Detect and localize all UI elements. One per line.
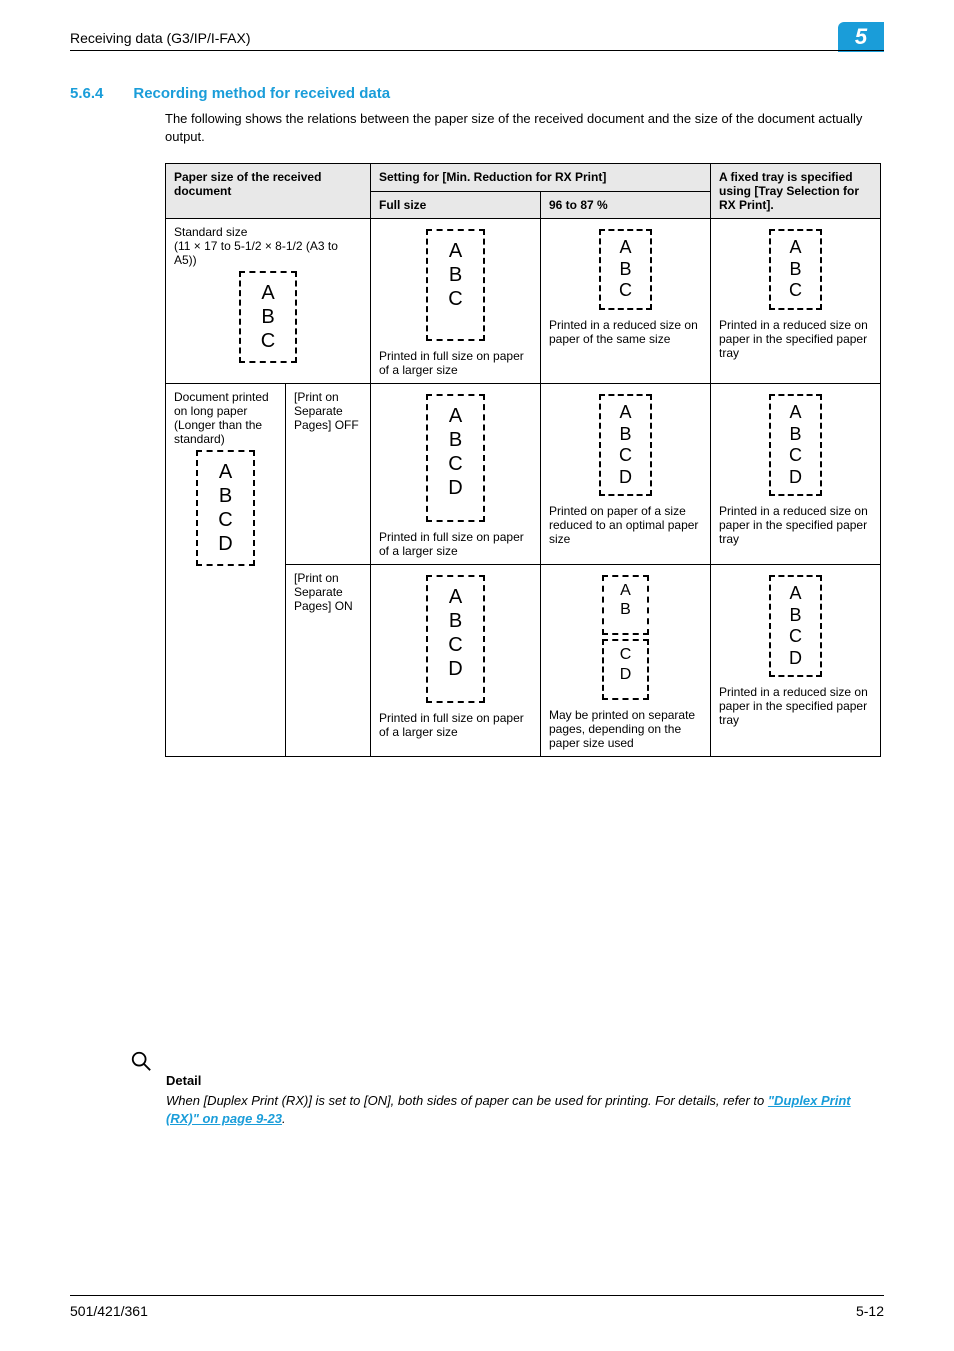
paper-sample: A B C D [196, 450, 254, 566]
cell-pct-standard: A B C Printed in a reduced size on paper… [541, 219, 711, 384]
caption: Printed in full size on paper of a large… [379, 349, 532, 377]
caption: Printed in a reduced size on paper of th… [549, 318, 702, 346]
cell-standard-size: Standard size (11 × 17 to 5-1/2 × 8-1/2 … [166, 219, 371, 384]
cell-pct-long-on: A B C D May be printed on separate pages… [541, 565, 711, 757]
caption: Printed in full size on paper of a large… [379, 711, 532, 739]
caption: Printed in a reduced size on paper in th… [719, 318, 872, 360]
th-fixed-tray: A fixed tray is specified using [Tray Se… [711, 164, 881, 219]
cell-tray-long-off: A B C D Printed in a reduced size on pap… [711, 384, 881, 565]
caption: Printed in a reduced size on paper in th… [719, 685, 872, 727]
paper-sample: A B C D [769, 394, 822, 496]
sample-original-standard: A B C [174, 271, 362, 363]
cell-separate-on: [Print on Separate Pages] ON [286, 565, 371, 757]
paper-sample-bottom: C D [602, 639, 650, 699]
cell-fullsize-long-on: A B C D Printed in full size on paper of… [371, 565, 541, 757]
reduction-table: Paper size of the received document Sett… [165, 163, 881, 757]
page: Receiving data (G3/IP/I-FAX) 5 5.6.4 Rec… [0, 0, 954, 1351]
paper-sample: A B C [599, 229, 652, 310]
caption: Printed in full size on paper of a large… [379, 530, 532, 558]
label-long-line2: (Longer than the standard) [174, 418, 262, 446]
label-long-line1: Document printed on long paper [174, 390, 269, 418]
cell-pct-long-off: A B C D Printed on paper of a size reduc… [541, 384, 711, 565]
detail-label: Detail [166, 1073, 884, 1088]
paper-sample: A B C [426, 229, 484, 341]
th-96-87: 96 to 87 % [541, 191, 711, 219]
cell-fullsize-standard: A B C Printed in full size on paper of a… [371, 219, 541, 384]
cell-tray-long-on: A B C D Printed in a reduced size on pap… [711, 565, 881, 757]
magnifier-icon [130, 1050, 152, 1072]
caption: Printed in a reduced size on paper in th… [719, 504, 872, 546]
header-rule [70, 50, 884, 51]
th-setting: Setting for [Min. Reduction for RX Print… [371, 164, 711, 192]
paper-sample: A B C [239, 271, 297, 363]
footer-rule [70, 1295, 884, 1296]
intro-paragraph: The following shows the relations betwee… [165, 110, 884, 145]
footer-model: 501/421/361 [70, 1303, 148, 1319]
paper-sample-top: A B [602, 575, 649, 635]
cell-fullsize-long-off: A B C D Printed in full size on paper of… [371, 384, 541, 565]
section-heading: 5.6.4 Recording method for received data [70, 85, 390, 102]
detail-note: Detail When [Duplex Print (RX)] is set t… [130, 1050, 884, 1127]
detail-text-before: When [Duplex Print (RX)] is set to [ON],… [166, 1093, 768, 1108]
section-number: 5.6.4 [70, 85, 103, 102]
label-standard-sub: (11 × 17 to 5-1/2 × 8-1/2 (A3 to A5)) [174, 239, 338, 267]
cell-longpaper-label: Document printed on long paper (Longer t… [166, 384, 286, 757]
sample-original-long: A B C D [174, 450, 277, 566]
label-standard-title: Standard size [174, 225, 247, 239]
caption: Printed on paper of a size reduced to an… [549, 504, 702, 546]
detail-text-after: . [282, 1111, 286, 1126]
th-full-size: Full size [371, 191, 541, 219]
detail-text: When [Duplex Print (RX)] is set to [ON],… [166, 1092, 884, 1127]
cell-separate-off: [Print on Separate Pages] OFF [286, 384, 371, 565]
paper-sample: A B C D [426, 394, 484, 522]
header-breadcrumb: Receiving data (G3/IP/I-FAX) [70, 30, 251, 46]
caption: May be printed on separate pages, depend… [549, 708, 702, 750]
cell-tray-standard: A B C Printed in a reduced size on paper… [711, 219, 881, 384]
paper-sample: A B C D [769, 575, 822, 677]
th-paper-size: Paper size of the received document [166, 164, 371, 219]
footer-page-number: 5-12 [856, 1303, 884, 1319]
paper-sample: A B C D [599, 394, 652, 496]
table-row: Paper size of the received document Sett… [166, 164, 881, 192]
section-title: Recording method for received data [133, 85, 390, 102]
paper-sample: A B C D [426, 575, 484, 703]
table-row: Document printed on long paper (Longer t… [166, 384, 881, 565]
chapter-badge: 5 [838, 22, 884, 52]
table-row: Standard size (11 × 17 to 5-1/2 × 8-1/2 … [166, 219, 881, 384]
paper-sample: A B C [769, 229, 822, 310]
